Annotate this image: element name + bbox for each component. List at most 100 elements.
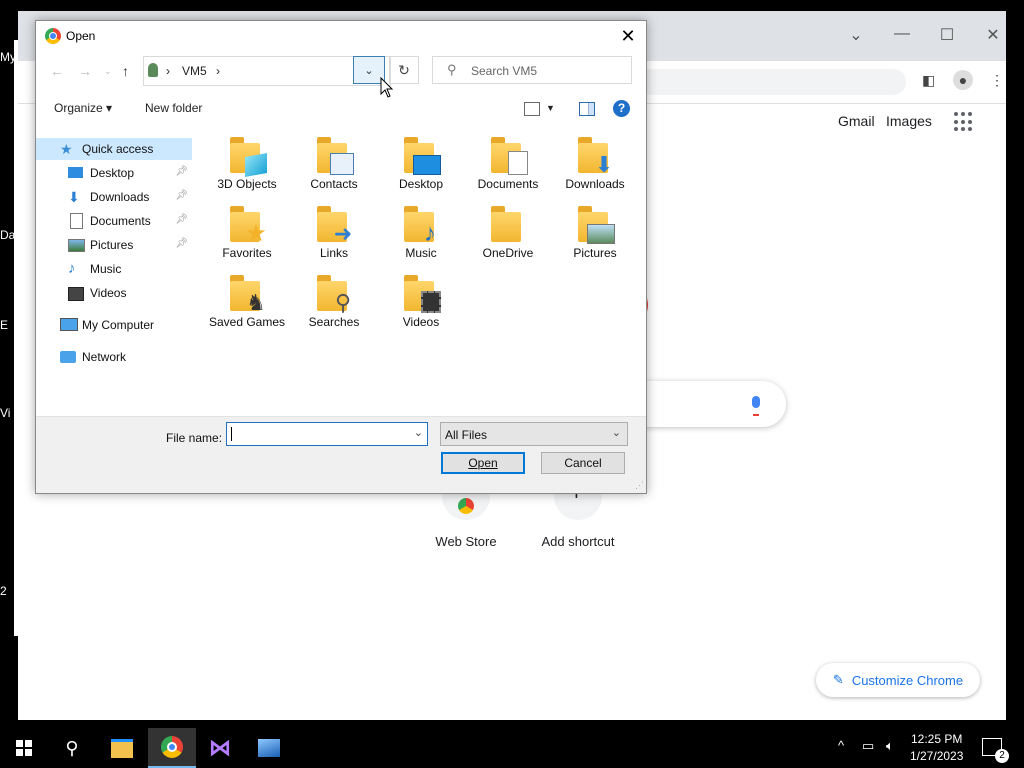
nav-item-label: Documents [90, 214, 151, 228]
pin-icon[interactable]: 📌︎ [175, 190, 188, 201]
chevron-down-icon[interactable]: ⌄ [414, 426, 423, 439]
google-apps-icon[interactable] [954, 112, 974, 132]
change-view-icon[interactable] [524, 102, 540, 116]
side-panel-icon[interactable]: ◧ [922, 72, 935, 89]
open-file-dialog: Open ✕ ← → ⌄ ↑ › VM5 › ⌄ ↻ ⚲ Search VM5 … [35, 20, 647, 494]
folder-documents[interactable]: Documents [467, 135, 549, 192]
address-bar[interactable] [638, 69, 906, 95]
folder-searches[interactable]: ⚲ Searches [293, 273, 375, 330]
folder-label: Desktop [398, 177, 444, 191]
maximize-button[interactable]: ☐ [937, 25, 957, 45]
start-button[interactable] [0, 728, 48, 768]
customize-label: Customize Chrome [851, 672, 964, 688]
nav-item-documents[interactable]: Documents 📌︎ [36, 210, 192, 232]
help-icon[interactable]: ? [613, 100, 630, 117]
folder-pictures[interactable]: Pictures [554, 204, 636, 261]
desktop-label-4: Vi [0, 406, 11, 420]
nav-item-music[interactable]: ♪ Music [36, 258, 192, 280]
nav-item-quick-access[interactable]: ★ Quick access [36, 138, 192, 160]
voice-search-icon[interactable] [752, 396, 760, 408]
volume-icon[interactable]: 🔈︎ [886, 738, 894, 754]
pin-icon[interactable]: 📌︎ [175, 214, 188, 225]
open-button[interactable]: Open [441, 452, 525, 474]
forward-arrow-icon[interactable]: → [78, 63, 92, 79]
folder-label: Documents [477, 177, 539, 191]
nav-item-desktop[interactable]: Desktop 📌︎ [36, 162, 192, 184]
folder-music[interactable]: ♪ Music [380, 204, 462, 261]
chrome-taskbar-button[interactable] [148, 728, 196, 768]
folder-3d-objects[interactable]: 3D Objects [206, 135, 288, 192]
folder-label: 3D Objects [217, 177, 277, 191]
nav-item-videos[interactable]: Videos [36, 282, 192, 304]
breadcrumb-separator: › [216, 64, 220, 78]
breadcrumb-vm5[interactable]: VM5 [182, 64, 207, 78]
folder-icon [401, 273, 441, 313]
dialog-bottom-pane: File name: ⌄ All Files ⌄ Open Cancel ⋰ [36, 416, 646, 493]
search-button[interactable]: ⚲ [48, 728, 96, 768]
file-name-input[interactable]: ⌄ [226, 422, 428, 446]
network-icon[interactable]: ▭ [862, 738, 874, 754]
star-icon: ★ [60, 141, 73, 157]
folder-saved-games[interactable]: ♞ Saved Games [206, 273, 288, 330]
time: 12:25 PM [911, 732, 963, 746]
gmail-link[interactable]: Gmail [838, 113, 875, 129]
back-arrow-icon[interactable]: ← [50, 63, 64, 79]
clock[interactable]: 12:25 PM 1/27/2023 [910, 731, 963, 765]
nav-item-network[interactable]: Network [36, 346, 192, 368]
shortcut-label: Web Store [435, 534, 497, 549]
recent-locations-icon[interactable]: ⌄ [104, 66, 112, 77]
music-icon: ♪ [68, 260, 76, 277]
search-placeholder: Search VM5 [471, 64, 538, 78]
folder-icon [111, 738, 133, 758]
minimize-button[interactable]: — [892, 25, 912, 43]
file-type-value: All Files [445, 428, 488, 442]
search-input[interactable]: ⚲ Search VM5 [432, 56, 632, 84]
folder-desktop[interactable]: Desktop [380, 135, 462, 192]
navigation-pane: ★ Quick access Desktop 📌︎ ⬇ Downloads 📌︎ Docume… [36, 138, 194, 418]
close-window-button[interactable]: ✕ [983, 25, 1003, 45]
pin-icon[interactable]: 📌︎ [175, 166, 188, 177]
folder-label: Contacts [310, 177, 358, 191]
folder-label: Music [405, 246, 437, 260]
customize-chrome-button[interactable]: ✎ Customize Chrome [816, 663, 980, 697]
tab-search-icon[interactable]: ⌄ [846, 25, 866, 45]
file-type-select[interactable]: All Files ⌄ [440, 422, 628, 446]
folder-links[interactable]: ➜ Links [293, 204, 375, 261]
up-arrow-icon[interactable]: ↑ [122, 63, 129, 79]
nav-item-label: Pictures [90, 238, 134, 252]
folder-label: Saved Games [208, 315, 286, 329]
photos-button[interactable] [245, 728, 293, 768]
file-explorer-button[interactable] [98, 728, 146, 768]
folder-icon [314, 135, 354, 175]
folder-favorites[interactable]: ★ Favorites [206, 204, 288, 261]
network-icon [60, 349, 76, 365]
show-hidden-icons[interactable]: ^ [838, 738, 844, 753]
notification-icon[interactable]: 2 [982, 738, 1009, 763]
nav-item-pictures[interactable]: Pictures 📌︎ [36, 234, 192, 256]
menu-kebab-icon[interactable]: ⋮ [990, 72, 1004, 89]
navigation-row: ← → ⌄ ↑ › VM5 › ⌄ ↻ ⚲ Search VM5 [36, 54, 646, 88]
visual-studio-button[interactable]: ⋈ [196, 728, 244, 768]
resize-grip-icon[interactable]: ⋰ [635, 480, 644, 491]
new-folder-button[interactable]: New folder [145, 101, 202, 115]
folder-view: 3D Objects Contacts Desktop Documents ⬇ Downl… [204, 131, 644, 421]
profile-icon[interactable]: ● [953, 70, 973, 90]
preview-pane-icon[interactable] [579, 102, 595, 116]
folder-downloads[interactable]: ⬇ Downloads [554, 135, 636, 192]
chevron-down-icon: ⌄ [611, 427, 621, 439]
nav-item-downloads[interactable]: ⬇ Downloads 📌︎ [36, 186, 192, 208]
nav-item-label: My Computer [82, 318, 155, 332]
desktop-label-3: E [0, 318, 9, 332]
folder-contacts[interactable]: Contacts [293, 135, 375, 192]
nav-item-my-computer[interactable]: My Computer [36, 314, 192, 336]
folder-onedrive[interactable]: OneDrive [467, 204, 549, 261]
folder-videos[interactable]: Videos [380, 273, 462, 330]
organize-button[interactable]: Organize ▾ [54, 101, 112, 115]
pin-icon[interactable]: 📌︎ [175, 238, 188, 249]
images-link[interactable]: Images [886, 113, 932, 129]
view-dropdown-icon[interactable]: ▼ [546, 103, 555, 113]
dialog-close-button[interactable]: ✕ [618, 26, 638, 47]
folder-icon [401, 135, 441, 175]
cancel-button[interactable]: Cancel [541, 452, 625, 474]
nav-item-label: Videos [90, 286, 127, 300]
